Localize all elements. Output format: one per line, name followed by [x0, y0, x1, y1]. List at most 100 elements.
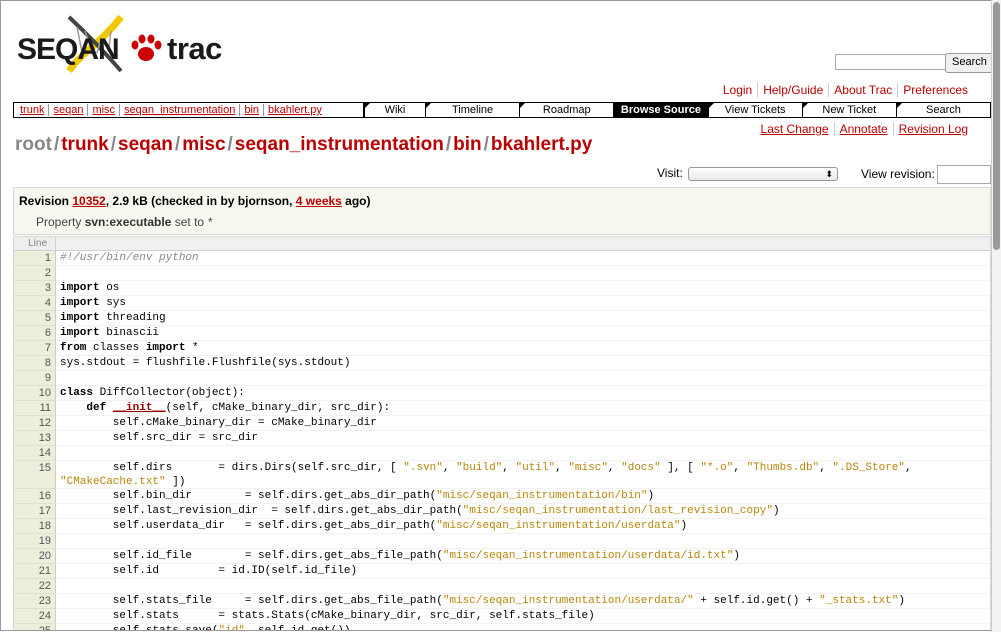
tab-wiki[interactable]: Wiki: [364, 103, 425, 117]
select-arrows-icon: ⬍: [825, 169, 833, 179]
path-bin[interactable]: bin: [453, 134, 482, 155]
line-number-link[interactable]: 5: [14, 311, 56, 326]
code-line: 13 self.src_dir = src_dir: [14, 431, 990, 446]
tab-timeline[interactable]: Timeline: [425, 103, 519, 117]
view-revision-input[interactable]: [937, 165, 991, 184]
context-nav: Last Change Annotate Revision Log: [756, 122, 973, 136]
seqan-trac-logo[interactable]: SEQAN trac: [17, 13, 232, 73]
line-number-link[interactable]: 16: [14, 489, 56, 504]
line-number-link[interactable]: 25: [14, 624, 56, 630]
line-number-link[interactable]: 10: [14, 386, 56, 401]
code-text: self.stats = stats.Stats(cMake_binary_di…: [56, 609, 990, 624]
help-guide-link[interactable]: Help/Guide: [757, 83, 829, 97]
code-line: 14: [14, 446, 990, 461]
breadcrumb-misc[interactable]: misc: [87, 104, 119, 116]
path-trunk[interactable]: trunk: [61, 134, 109, 155]
tab-search[interactable]: Search: [895, 103, 990, 117]
code-text: self.id_file = self.dirs.get_abs_file_pa…: [56, 549, 990, 564]
search-button[interactable]: Search: [945, 53, 991, 73]
code-text: self.stats_file = self.dirs.get_abs_file…: [56, 594, 990, 609]
breadcrumb-bin[interactable]: bin: [239, 104, 263, 116]
path-seqan-instrumentation[interactable]: seqan_instrumentation: [235, 134, 444, 155]
code-text: from classes import *: [56, 341, 990, 356]
logo-trac-text: trac: [167, 31, 222, 66]
revision-link[interactable]: 10352: [72, 194, 105, 208]
code-text: [56, 266, 990, 281]
breadcrumb-bkahlert-py[interactable]: bkahlert.py: [263, 104, 326, 116]
breadcrumb-seqan[interactable]: seqan: [48, 104, 87, 116]
page-title-path: root / trunk / seqan / misc / seqan_instrumentat…: [15, 134, 593, 155]
browser-page: SEQAN trac Search Login Help/Guide About T…: [0, 0, 991, 631]
tab-browse-source[interactable]: Browse Source: [613, 103, 708, 117]
line-number-link[interactable]: 17: [14, 504, 56, 519]
code-line: 16 self.bin_dir = self.dirs.get_abs_dir_…: [14, 489, 990, 504]
line-number-link[interactable]: 24: [14, 609, 56, 624]
breadcrumb-seqan-instrumentation[interactable]: seqan_instrumentation: [119, 104, 239, 116]
path-misc[interactable]: misc: [182, 134, 225, 155]
line-number-link[interactable]: 20: [14, 549, 56, 564]
code-text: import os: [56, 281, 990, 296]
line-number-link[interactable]: 22: [14, 579, 56, 594]
code-text: class DiffCollector(object):: [56, 386, 990, 401]
code-line: 24 self.stats = stats.Stats(cMake_binary…: [14, 609, 990, 624]
visit-select[interactable]: ⬍: [688, 167, 838, 181]
annotate-link[interactable]: Annotate: [833, 122, 893, 136]
last-change-link[interactable]: Last Change: [756, 122, 834, 136]
about-trac-link[interactable]: About Trac: [828, 83, 898, 97]
line-number-link[interactable]: 11: [14, 401, 56, 416]
code-text: self.dirs = dirs.Dirs(self.src_dir, [ ".…: [56, 461, 990, 489]
line-number-link[interactable]: 18: [14, 519, 56, 534]
code-text: self.cMake_binary_dir = cMake_binary_dir: [56, 416, 990, 431]
code-line: 3 import os: [14, 281, 990, 296]
line-number-link[interactable]: 12: [14, 416, 56, 431]
search-input[interactable]: [835, 54, 963, 70]
line-number-link[interactable]: 15: [14, 461, 56, 489]
path-bkahlert-py[interactable]: bkahlert.py: [491, 134, 592, 155]
line-number-link[interactable]: 3: [14, 281, 56, 296]
line-number-link[interactable]: 8: [14, 356, 56, 371]
code-text: #!/usr/bin/env python: [56, 251, 990, 266]
tab-view-tickets[interactable]: View Tickets: [707, 103, 802, 117]
code-line: 8 sys.stdout = flushfile.Flushfile(sys.st…: [14, 356, 990, 371]
tab-roadmap[interactable]: Roadmap: [519, 103, 613, 117]
code-header: Line: [14, 237, 990, 251]
line-number-link[interactable]: 7: [14, 341, 56, 356]
age-link[interactable]: 4 weeks: [296, 194, 342, 208]
code-line: 22: [14, 579, 990, 594]
line-number-link[interactable]: 9: [14, 371, 56, 386]
code-line: 12 self.cMake_binary_dir = cMake_binary_…: [14, 416, 990, 431]
breadcrumb-trunk[interactable]: trunk: [16, 104, 48, 116]
line-number-link[interactable]: 21: [14, 564, 56, 579]
line-number-link[interactable]: 6: [14, 326, 56, 341]
tab-new-ticket[interactable]: New Ticket: [801, 103, 896, 117]
line-number-link[interactable]: 2: [14, 266, 56, 281]
revision-log-link[interactable]: Revision Log: [892, 122, 973, 136]
code-line: 20 self.id_file = self.dirs.get_abs_file…: [14, 549, 990, 564]
code-text: self.stats.save("id", self.id.get()): [56, 624, 990, 630]
line-number-link[interactable]: 1: [14, 251, 56, 266]
preferences-link[interactable]: Preferences: [897, 83, 973, 97]
code-text: [56, 534, 990, 549]
visit-label: Visit:: [657, 166, 683, 180]
code-text: self.bin_dir = self.dirs.get_abs_dir_pat…: [56, 489, 990, 504]
paw-icon: [131, 34, 162, 61]
code-text: [56, 446, 990, 461]
vertical-scrollbar[interactable]: [991, 0, 1001, 632]
line-number-link[interactable]: 13: [14, 431, 56, 446]
line-number-link[interactable]: 19: [14, 534, 56, 549]
line-number-link[interactable]: 4: [14, 296, 56, 311]
code-text: self.id = id.ID(self.id_file): [56, 564, 990, 579]
code-line: 1 #!/usr/bin/env python: [14, 251, 990, 266]
scrollbar-thumb[interactable]: [993, 2, 1000, 250]
line-number-link[interactable]: 23: [14, 594, 56, 609]
view-revision-label: View revision:: [861, 167, 935, 181]
line-column-header: Line: [14, 237, 56, 250]
path-root[interactable]: root: [15, 134, 52, 155]
line-number-link[interactable]: 14: [14, 446, 56, 461]
code-line: 19: [14, 534, 990, 549]
login-link[interactable]: Login: [718, 83, 757, 97]
code-line: 2: [14, 266, 990, 281]
meta-nav: Login Help/Guide About Trac Preferences: [718, 83, 973, 97]
code-text: [56, 371, 990, 386]
path-seqan[interactable]: seqan: [118, 134, 173, 155]
